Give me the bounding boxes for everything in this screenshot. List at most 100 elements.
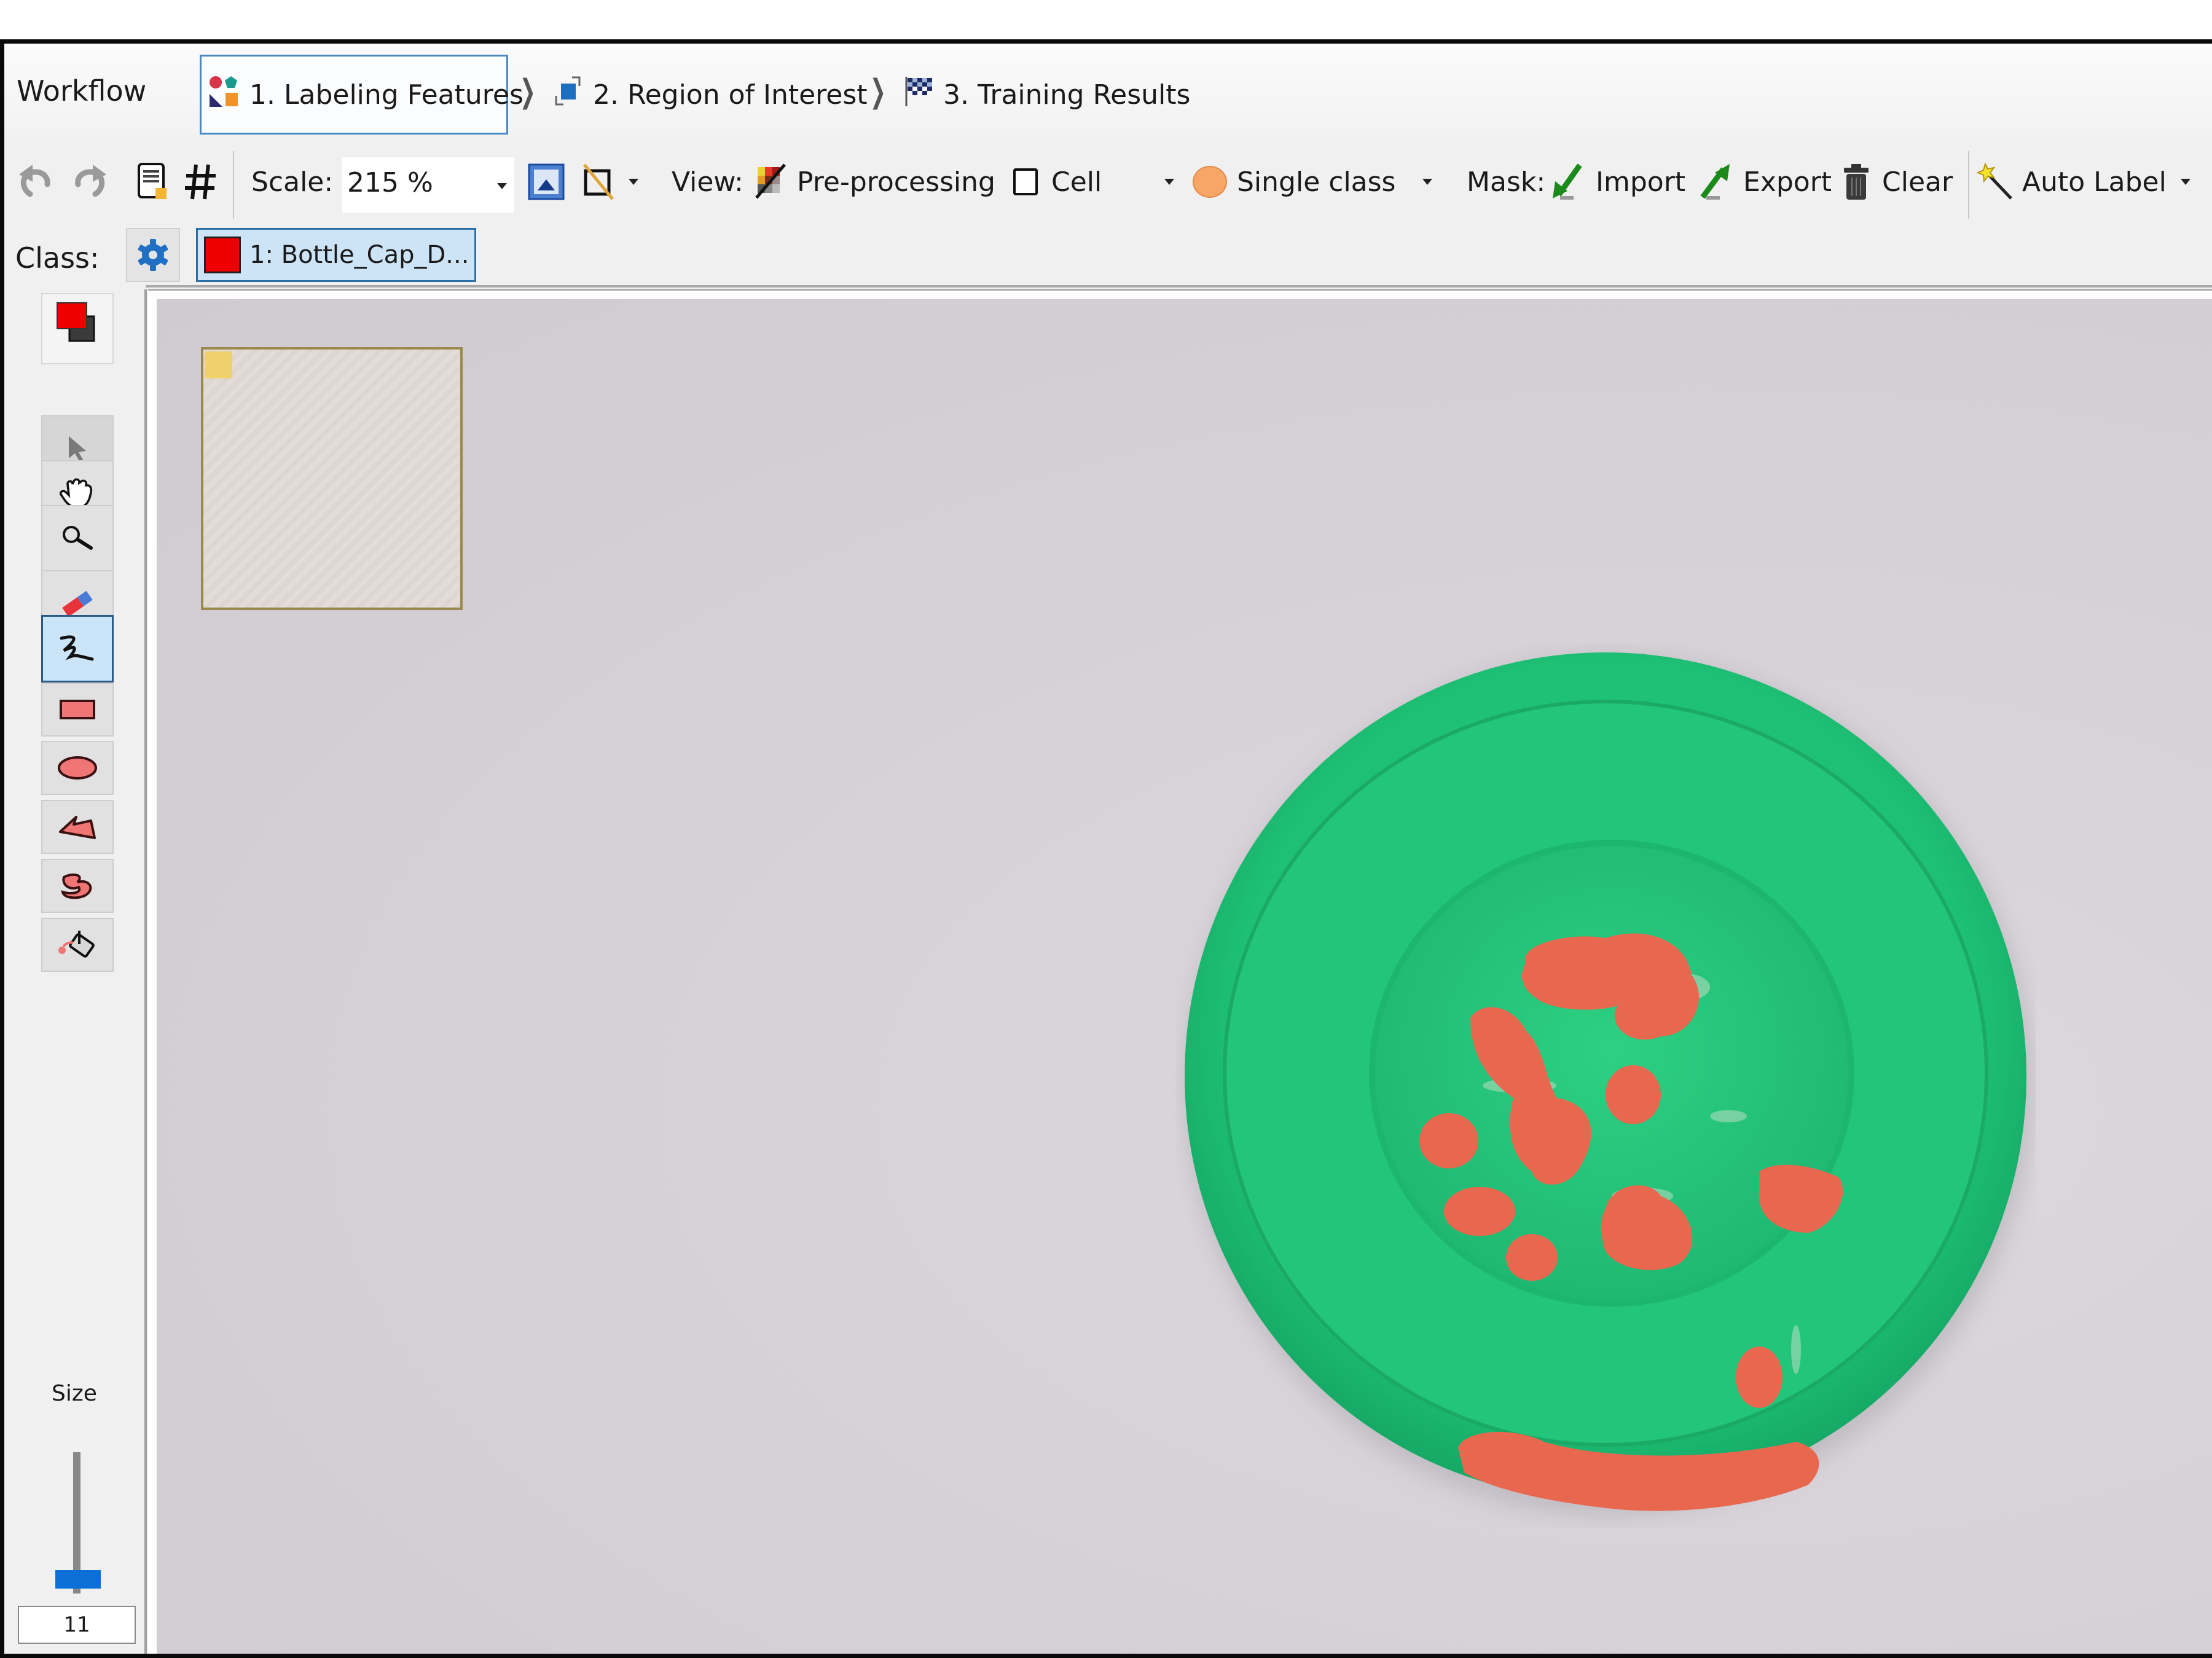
single-class-dropdown-button[interactable]: [1422, 136, 1432, 228]
image-canvas[interactable]: [148, 289, 2212, 1654]
class-bar: Class: 1: Bottle_Cap_D...: [4, 228, 2212, 289]
app-window: Workflow 1. Labeling Features ❯ 2. Regio…: [0, 39, 2212, 1658]
workflow-step-labeling-features[interactable]: 1. Labeling Features: [200, 55, 524, 135]
ellipse-icon: [58, 756, 97, 780]
freehand-region-icon: [61, 873, 92, 899]
color-swatch-icon: [57, 302, 95, 342]
trash-icon: [1844, 164, 1869, 200]
workflow-bar: Workflow 1. Labeling Features ❯ 2. Regio…: [4, 44, 2212, 136]
chevron-right-icon: ❯: [519, 73, 536, 110]
show-roi-button[interactable]: [581, 136, 615, 228]
defect-region: [1606, 1065, 1661, 1124]
single-class-icon: [1193, 166, 1227, 198]
undo-icon: [19, 165, 50, 197]
roi-dropdown-button[interactable]: [629, 136, 638, 228]
tool-panel: Size 11: [4, 289, 147, 1654]
workflow-step-region-of-interest[interactable]: 2. Region of Interest: [552, 55, 868, 135]
polygon-icon: [59, 816, 96, 839]
checkered-flag-icon: [904, 76, 933, 114]
defect-region: [1736, 1347, 1783, 1408]
image-view[interactable]: [157, 299, 2212, 1654]
navigator-minimap[interactable]: [201, 347, 463, 610]
import-label: Import: [1596, 166, 1686, 198]
auto-label-label: Auto Label: [2022, 166, 2167, 198]
auto-label-button[interactable]: Auto Label: [1977, 136, 2167, 228]
class-label: Class:: [15, 241, 100, 275]
labeling-features-icon: [208, 74, 240, 115]
toolbar-separator: [233, 151, 234, 219]
defect-region: [1419, 1113, 1478, 1168]
main-toolbar: Scale: 215 % View: Pre-processing Cell S…: [4, 136, 2212, 228]
size-input[interactable]: 11: [18, 1606, 136, 1644]
cell-label: Cell: [1051, 166, 1102, 198]
grid-button[interactable]: [184, 136, 218, 228]
preprocessing-icon: [755, 163, 786, 199]
redo-button[interactable]: [71, 136, 109, 228]
preprocessing-label: Pre-processing: [797, 166, 995, 198]
gear-icon: [138, 239, 168, 271]
minimap-viewport-indicator[interactable]: [205, 351, 232, 378]
paint-bucket-icon: [58, 931, 95, 958]
label-list-button[interactable]: [137, 136, 170, 228]
color-picker-button[interactable]: [41, 293, 114, 364]
tool-fill[interactable]: [41, 918, 114, 972]
tool-freehand[interactable]: [41, 615, 114, 682]
import-icon: [1553, 163, 1582, 200]
tool-ellipse[interactable]: [41, 741, 114, 795]
defect-region: [1444, 1187, 1515, 1236]
magic-wand-icon: [1977, 163, 2012, 200]
scale-label: Scale:: [251, 166, 334, 198]
tool-rectangle[interactable]: [41, 682, 114, 737]
size-slider-thumb[interactable]: [55, 1570, 101, 1589]
mask-label: Mask:: [1467, 166, 1546, 198]
bottle-cap-image: [1175, 643, 2036, 1528]
tool-polygon[interactable]: [41, 800, 114, 854]
class-selector[interactable]: 1: Bottle_Cap_D...: [196, 228, 476, 282]
divider: [146, 285, 2212, 287]
class-name: 1: Bottle_Cap_D...: [249, 241, 469, 269]
workflow-step-label: 3. Training Results: [943, 79, 1191, 111]
export-mask-button[interactable]: Export: [1699, 136, 1832, 228]
chevron-right-icon: ❯: [869, 73, 886, 110]
export-icon: [1700, 164, 1730, 200]
chevron-down-icon: [497, 183, 507, 189]
scale-dropdown[interactable]: 215 %: [342, 157, 514, 213]
chevron-down-icon: [629, 179, 638, 185]
freehand-icon: [60, 635, 94, 661]
rectangle-icon: [60, 700, 95, 719]
cell-checkbox[interactable]: Cell: [1013, 136, 1102, 228]
cell-dropdown-button[interactable]: [1164, 136, 1174, 228]
import-mask-button[interactable]: Import: [1551, 136, 1685, 228]
view-label: View:: [672, 166, 743, 198]
hide-roi-icon: [583, 163, 614, 200]
clear-label: Clear: [1882, 166, 1953, 198]
class-settings-button[interactable]: [126, 228, 180, 282]
export-label: Export: [1743, 166, 1832, 198]
single-class-label: Single class: [1237, 166, 1396, 198]
preprocessing-toggle[interactable]: Pre-processing: [755, 136, 995, 228]
single-class-toggle[interactable]: Single class: [1193, 136, 1395, 228]
grid-icon: [185, 164, 216, 200]
size-label: Size: [52, 1381, 97, 1406]
defect-region: [1506, 1234, 1558, 1281]
toolbar-separator: [1968, 151, 1969, 219]
magnifier-icon: [63, 526, 93, 550]
scale-value: 215 %: [347, 167, 433, 198]
clear-mask-button[interactable]: Clear: [1843, 136, 1953, 228]
fit-to-window-button[interactable]: [528, 136, 565, 228]
workflow-step-label: 2. Region of Interest: [593, 79, 868, 111]
chevron-down-icon: [2181, 179, 2190, 185]
tool-zoom[interactable]: [41, 505, 114, 573]
chevron-down-icon: [1422, 179, 1432, 185]
chevron-down-icon: [1164, 179, 1174, 185]
tool-freehand-region[interactable]: [41, 859, 114, 913]
class-color-swatch: [204, 237, 241, 273]
workflow-step-training-results[interactable]: 3. Training Results: [904, 55, 1190, 135]
fit-image-icon: [528, 163, 565, 200]
checkbox-icon: [1013, 168, 1038, 195]
redo-icon: [75, 165, 106, 197]
auto-label-dropdown-button[interactable]: [2181, 136, 2190, 228]
undo-button[interactable]: [17, 136, 55, 228]
workflow-step-label: 1. Labeling Features: [249, 79, 524, 111]
region-of-interest-icon: [552, 75, 583, 115]
